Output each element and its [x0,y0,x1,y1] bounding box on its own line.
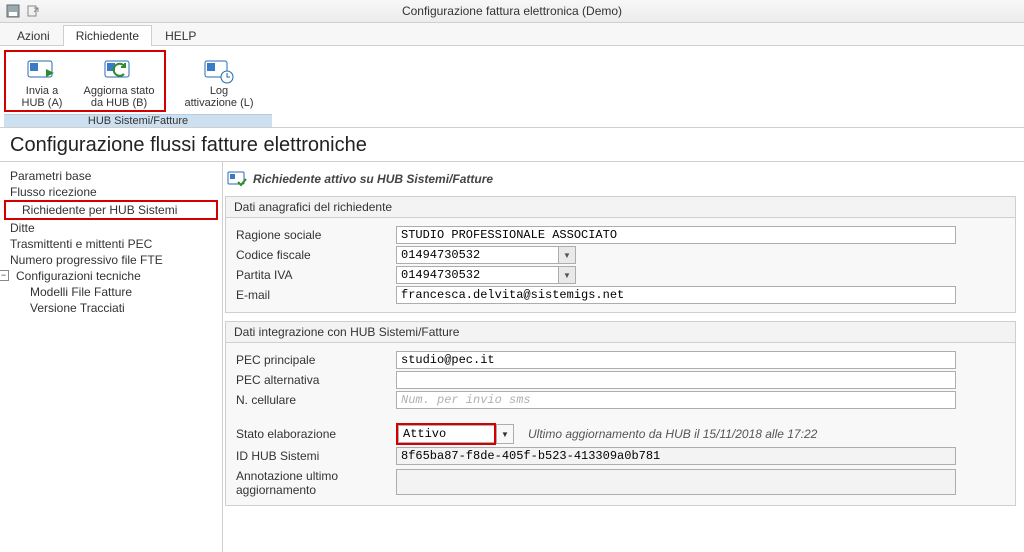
label-cellulare: N. cellulare [236,393,396,407]
sidebar-item-parametri[interactable]: Parametri base [4,168,218,184]
input-stato[interactable] [398,425,494,443]
content-pane: Richiedente attivo su HUB Sistemi/Fattur… [223,162,1024,552]
card-clock-icon [203,57,235,85]
input-cellulare[interactable] [396,391,956,409]
ribbon-label: Invia a HUB (A) [22,85,63,109]
ribbon-aggiorna-stato[interactable]: Aggiorna stato da HUB (B) [76,54,162,110]
label-ragione: Ragione sociale [236,228,396,242]
label-idhub: ID HUB Sistemi [236,449,396,463]
menubar: Azioni Richiedente HELP [0,23,1024,46]
fieldset-anagrafica: Dati anagrafici del richiedente Ragione … [225,196,1016,313]
input-email[interactable] [396,286,956,304]
label-stato: Stato elaborazione [236,427,396,441]
chevron-down-icon[interactable]: ▼ [558,267,575,283]
textarea-annotazione [396,469,956,495]
menu-azioni[interactable]: Azioni [4,25,63,46]
fieldset-integrazione: Dati integrazione con HUB Sistemi/Fattur… [225,321,1016,506]
sidebar-item-versione[interactable]: Versione Tracciati [4,300,218,316]
combo-stato-elaborazione[interactable] [396,423,496,445]
label-pec: PEC principale [236,353,396,367]
card-refresh-icon [103,57,135,85]
sidebar-item-trasmittenti[interactable]: Trasmittenti e mittenti PEC [4,236,218,252]
ribbon-log-attivazione[interactable]: Log attivazione (L) [176,54,262,110]
input-id-hub [396,447,956,465]
menu-help[interactable]: HELP [152,25,209,46]
titlebar: Configurazione fattura elettronica (Demo… [0,0,1024,23]
fieldset-legend: Dati anagrafici del richiedente [226,197,1015,218]
sidebar-item-modelli[interactable]: Modelli File Fatture [4,284,218,300]
ribbon: Invia a HUB (A) Aggiorna stato da HUB (B… [0,46,1024,128]
sidebar-item-richiedente-hub[interactable]: Richiedente per HUB Sistemi [4,200,218,220]
input-ragione-sociale[interactable] [396,226,956,244]
label-annotazione: Annotazione ultimo aggiornamento [236,467,396,497]
card-check-icon [227,170,247,188]
sidebar-item-numero[interactable]: Numero progressivo file FTE [4,252,218,268]
tree-collapse-icon[interactable]: − [0,270,9,281]
card-send-icon [26,57,58,85]
ribbon-invia-hub[interactable]: Invia a HUB (A) [8,54,76,110]
sidebar-item-config-tecniche[interactable]: − Configurazioni tecniche [4,268,218,284]
input-pec-principale[interactable] [396,351,956,369]
label-pec2: PEC alternativa [236,373,396,387]
sidebar-label: Configurazioni tecniche [16,269,141,283]
section-title: Richiedente attivo su HUB Sistemi/Fattur… [253,172,493,186]
page-title: Configurazione flussi fatture elettronic… [0,128,1024,162]
section-header: Richiedente attivo su HUB Sistemi/Fattur… [225,164,1016,194]
menu-richiedente[interactable]: Richiedente [63,25,152,46]
ribbon-group-caption: HUB Sistemi/Fatture [4,114,272,127]
window-title: Configurazione fattura elettronica (Demo… [0,4,1024,18]
input-partita-iva[interactable] [396,266,576,284]
sidebar: Parametri base Flusso ricezione Richiede… [0,162,223,552]
fieldset-legend: Dati integrazione con HUB Sistemi/Fattur… [226,322,1015,343]
ribbon-label: Log attivazione (L) [184,85,253,109]
sidebar-item-ditte[interactable]: Ditte [4,220,218,236]
chevron-down-icon[interactable]: ▼ [496,424,514,444]
chevron-down-icon[interactable]: ▼ [558,247,575,263]
ribbon-label: Aggiorna stato da HUB (B) [84,85,155,109]
input-codice-fiscale[interactable] [396,246,576,264]
sidebar-item-flusso[interactable]: Flusso ricezione [4,184,218,200]
input-pec-alternativa[interactable] [396,371,956,389]
label-cf: Codice fiscale [236,248,396,262]
label-email: E-mail [236,288,396,302]
label-piva: Partita IVA [236,268,396,282]
stato-note: Ultimo aggiornamento da HUB il 15/11/201… [528,427,817,441]
